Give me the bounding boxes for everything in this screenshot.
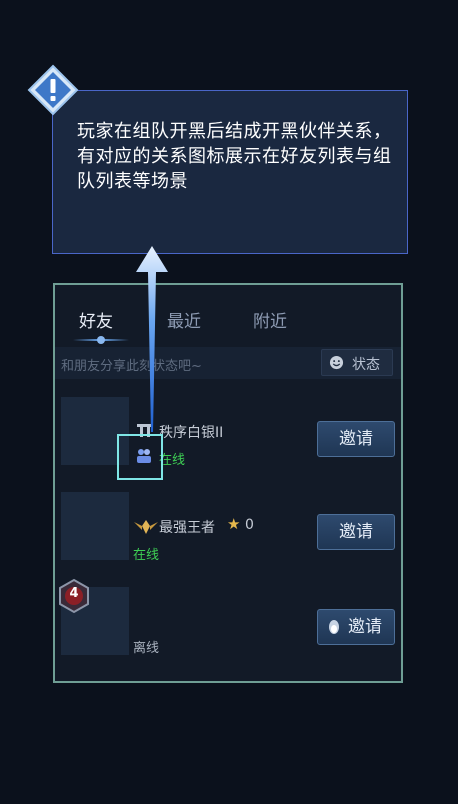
king-wings-icon	[134, 520, 158, 534]
qq-penguin-icon	[329, 620, 339, 634]
online-status: 在线	[133, 548, 160, 563]
tab-friends[interactable]: 好友	[79, 307, 113, 332]
tooltip-text: 玩家在组队开黑后结成开黑伙伴关系，有对应的关系图标展示在好友列表与组队列表等场景	[77, 121, 392, 192]
invite-label: 邀请	[348, 617, 382, 637]
avatar[interactable]	[61, 492, 129, 560]
callout-arrow	[136, 246, 168, 432]
level-number: 4	[69, 586, 79, 601]
status-share-bar: 和朋友分享此刻状态吧~ 状态	[55, 347, 401, 379]
tab-nearby[interactable]: 附近	[253, 307, 287, 332]
friend-row[interactable]: 最强王者 ★ 0 在线 邀请	[55, 490, 401, 580]
friend-row[interactable]: 离线 邀请	[55, 585, 401, 675]
active-tab-dot	[97, 336, 105, 344]
offline-status: 离线	[133, 641, 160, 656]
invite-button[interactable]: 邀请	[317, 609, 395, 645]
friend-row[interactable]: 秩序白银II 在线 邀请	[55, 395, 401, 485]
invite-button[interactable]: 邀请	[317, 514, 395, 550]
invite-button[interactable]: 邀请	[317, 421, 395, 457]
info-diamond-icon	[27, 64, 79, 116]
tooltip-callout: 玩家在组队开黑后结成开黑伙伴关系，有对应的关系图标展示在好友列表与组队列表等场景	[52, 90, 408, 254]
status-button[interactable]: 状态	[321, 349, 393, 376]
status-button-label: 状态	[352, 357, 380, 373]
rank-label: 最强王者	[159, 520, 215, 536]
star-count: 0	[245, 517, 254, 533]
friend-list-panel: 好友 最近 附近 和朋友分享此刻状态吧~ 状态 秩序白银II 在线 邀请 最强王…	[53, 283, 403, 683]
star-icon: ★	[227, 515, 241, 533]
relation-icon-highlight	[117, 434, 163, 480]
smiley-icon	[329, 355, 344, 370]
